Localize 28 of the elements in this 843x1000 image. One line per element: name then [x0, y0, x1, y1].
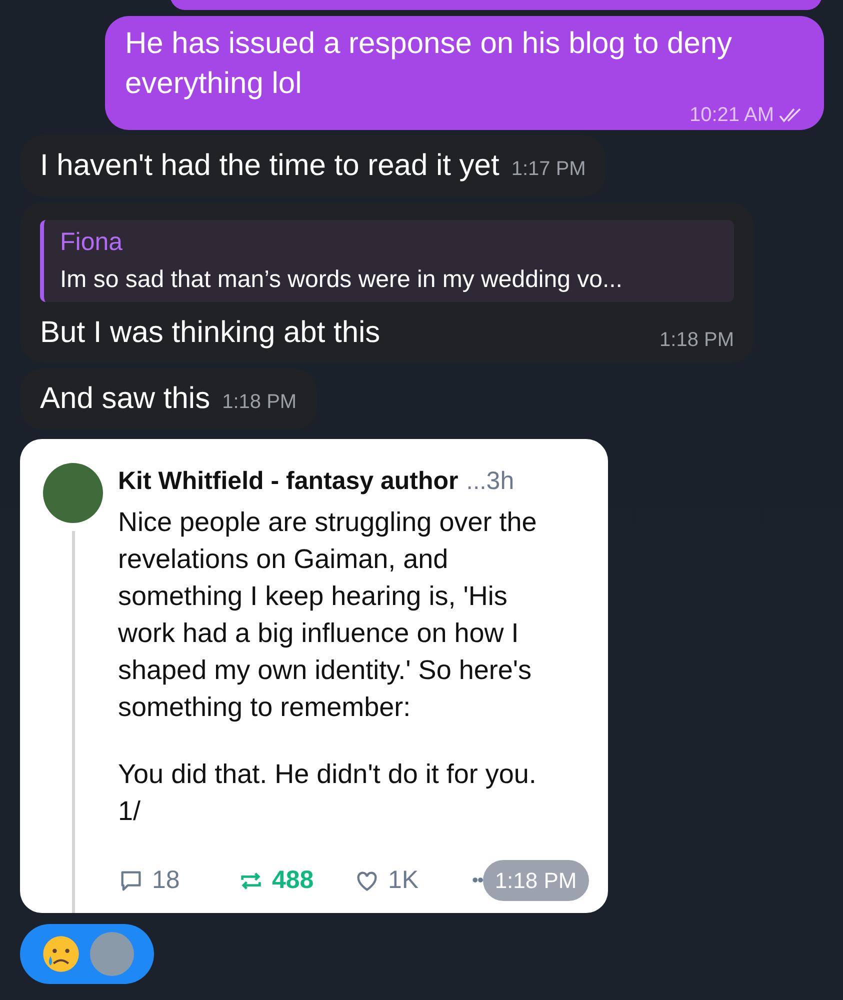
ellipsis-text: ...: [466, 466, 486, 496]
quoted-message[interactable]: Fiona Im so sad that man’s words were in my wedding vo...: [40, 220, 734, 302]
message-text: And saw this: [40, 382, 210, 414]
author-name: Kit Whitfield - fantasy author: [118, 466, 458, 496]
message-time: 1:18 PM: [482, 860, 589, 901]
avatar: [90, 932, 134, 976]
post-text: Nice people are struggling over the revelations on Gaiman, and something I keep hearing is, 'His work had a big influence on how I shaped my own identity.' So here's something to remember:: [118, 506, 538, 724]
message-bubble[interactable]: And saw this 1:18 PM: [20, 368, 317, 430]
quote-author: Fiona: [60, 227, 124, 258]
message-time: 1:18 PM: [222, 390, 297, 412]
quote-text: Im so sad that man’s words were in my wedding vo...: [60, 264, 624, 294]
message-bubble[interactable]: He has issued a response on his blog to deny everything lol 10:21 AM: [105, 16, 824, 130]
message-bubble[interactable]: I haven't had the time to read it yet 1:17 PM: [20, 135, 606, 197]
crying-face-icon: [40, 933, 82, 975]
message-text: But I was thinking abt this: [40, 314, 380, 350]
more-menu[interactable]: ••: [472, 867, 483, 894]
post-text: You did that. He didn't do it for you. 1/: [118, 758, 538, 828]
post-age: 3h: [486, 466, 514, 496]
repost-button[interactable]: 488: [238, 862, 354, 900]
message-text: He has issued a response on his blog to deny everything lol: [125, 26, 734, 102]
like-button[interactable]: 1K: [354, 862, 472, 900]
message-time: 1:18 PM: [660, 328, 734, 352]
post-screenshot[interactable]: [20, 438, 608, 913]
reply-button[interactable]: 18: [118, 862, 238, 900]
message-bubble[interactable]: Fiona Im so sad that man’s words were in my wedding vo... But I was thinking abt this 1:18 PM: [20, 202, 754, 362]
message-time: 10:21 AM: [689, 103, 774, 128]
message-time: 1:17 PM: [511, 158, 586, 180]
message-text: I haven't had the time to read it yet: [40, 149, 500, 182]
